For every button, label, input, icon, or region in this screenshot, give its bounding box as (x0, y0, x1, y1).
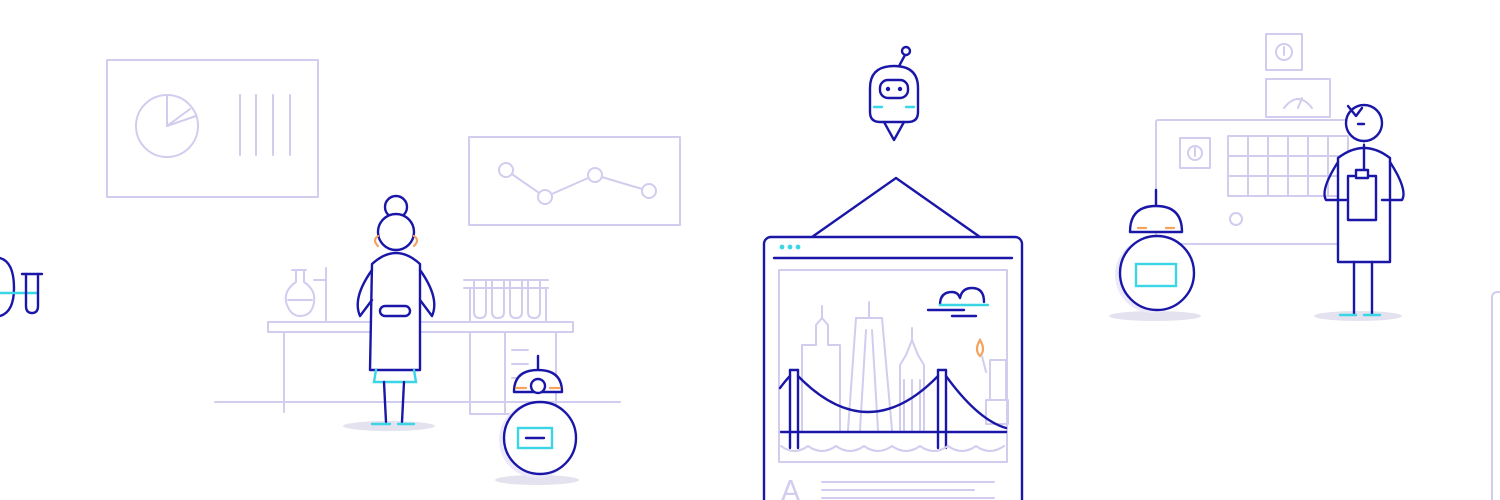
lab-illustration-scene: A (0, 33, 1500, 500)
line-graph-board (468, 136, 681, 226)
ball-robot-small (495, 354, 579, 485)
partial-frame-right-edge (1491, 291, 1500, 500)
ball-robot-right (1109, 188, 1201, 321)
partial-scientist-left (0, 256, 44, 318)
control-machine (1155, 33, 1365, 245)
pie-chart-board (106, 59, 319, 198)
hanging-city-poster: A (762, 176, 1024, 500)
floating-drone-robot (868, 45, 920, 142)
scientist-woman (343, 194, 436, 431)
poster-caption-initial: A (781, 474, 800, 500)
